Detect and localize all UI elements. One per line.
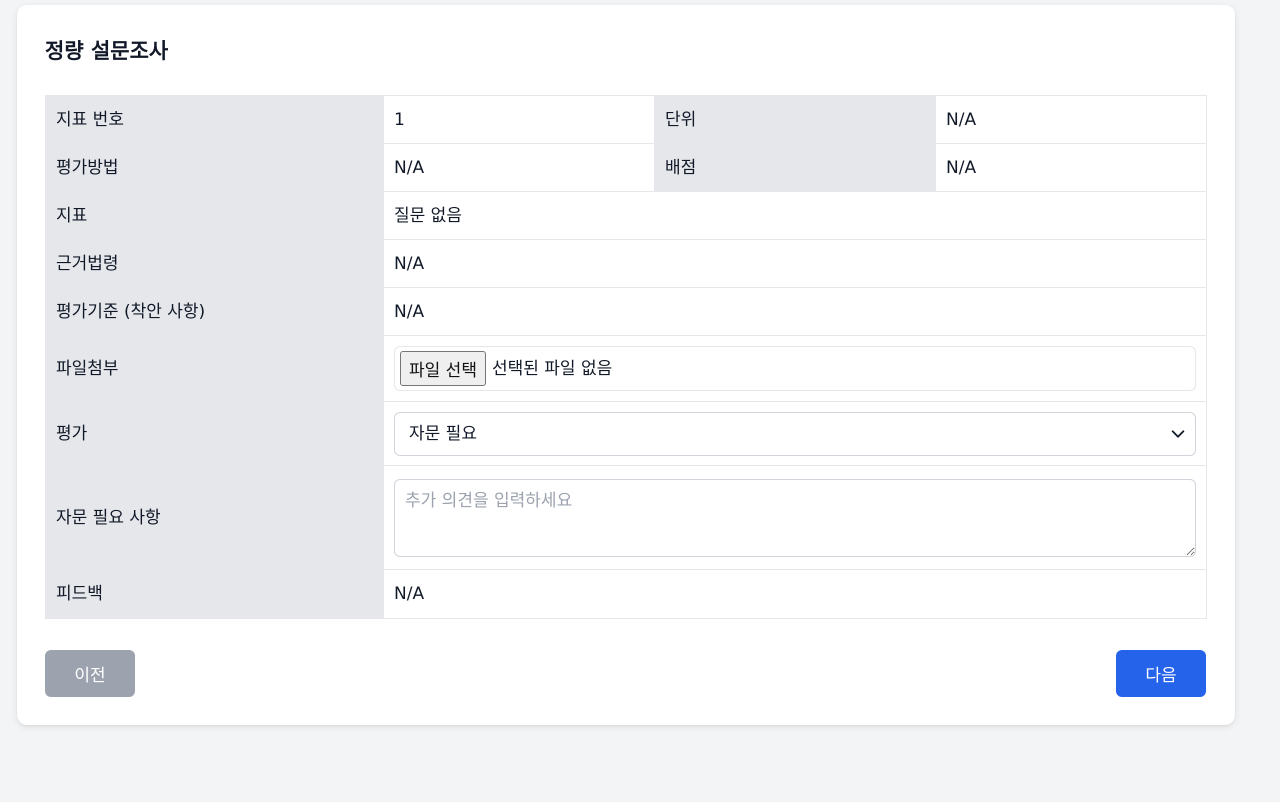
file-attach-cell: 파일 선택 선택된 파일 없음 bbox=[383, 335, 1207, 402]
evaluation-selected-value: 자문 필요 bbox=[409, 423, 477, 444]
evaluation-cell: 자문 필요 bbox=[383, 401, 1207, 466]
points-label: 배점 bbox=[654, 143, 936, 192]
table-row: 근거법령 N/A bbox=[45, 239, 1207, 288]
table-row: 평가기준 (착안 사항) N/A bbox=[45, 287, 1207, 336]
table-row: 평가 자문 필요 bbox=[45, 401, 1207, 466]
indicator-value: 질문 없음 bbox=[383, 191, 1207, 240]
next-button[interactable]: 다음 bbox=[1116, 650, 1206, 697]
criteria-value: N/A bbox=[383, 287, 1207, 336]
consult-needs-cell bbox=[383, 465, 1207, 570]
file-input[interactable]: 파일 선택 선택된 파일 없음 bbox=[394, 346, 1196, 391]
legal-basis-label: 근거법령 bbox=[45, 239, 384, 288]
table-row: 지표 질문 없음 bbox=[45, 191, 1207, 240]
table-row: 지표 번호 1 단위 N/A bbox=[45, 95, 1207, 144]
file-attach-label: 파일첨부 bbox=[45, 335, 384, 402]
consult-needs-label: 자문 필요 사항 bbox=[45, 465, 384, 570]
unit-label: 단위 bbox=[654, 95, 936, 144]
points-value: N/A bbox=[935, 143, 1207, 192]
indicator-number-value: 1 bbox=[383, 95, 655, 144]
survey-table: 지표 번호 1 단위 N/A 평가방법 N/A 배점 N/A 지표 질문 없음 … bbox=[45, 95, 1207, 619]
eval-method-label: 평가방법 bbox=[45, 143, 384, 192]
prev-button[interactable]: 이전 bbox=[45, 650, 135, 697]
evaluation-select[interactable]: 자문 필요 bbox=[394, 411, 1196, 456]
evaluation-label: 평가 bbox=[45, 401, 384, 466]
table-row: 파일첨부 파일 선택 선택된 파일 없음 bbox=[45, 335, 1207, 402]
file-select-button[interactable]: 파일 선택 bbox=[400, 351, 486, 386]
unit-value: N/A bbox=[935, 95, 1207, 144]
indicator-label: 지표 bbox=[45, 191, 384, 240]
criteria-label: 평가기준 (착안 사항) bbox=[45, 287, 384, 336]
feedback-label: 피드백 bbox=[45, 569, 384, 619]
file-status-text: 선택된 파일 없음 bbox=[491, 358, 613, 379]
chevron-down-icon bbox=[1171, 429, 1185, 438]
table-row: 평가방법 N/A 배점 N/A bbox=[45, 143, 1207, 192]
survey-card: 정량 설문조사 지표 번호 1 단위 N/A 평가방법 N/A 배점 N/A 지… bbox=[17, 5, 1235, 725]
table-row: 피드백 N/A bbox=[45, 569, 1207, 619]
eval-method-value: N/A bbox=[383, 143, 655, 192]
table-row: 자문 필요 사항 bbox=[45, 465, 1207, 570]
consult-needs-textarea[interactable] bbox=[394, 478, 1196, 557]
page-title: 정량 설문조사 bbox=[45, 39, 169, 63]
legal-basis-value: N/A bbox=[383, 239, 1207, 288]
indicator-number-label: 지표 번호 bbox=[45, 95, 384, 144]
feedback-value: N/A bbox=[383, 569, 1207, 619]
